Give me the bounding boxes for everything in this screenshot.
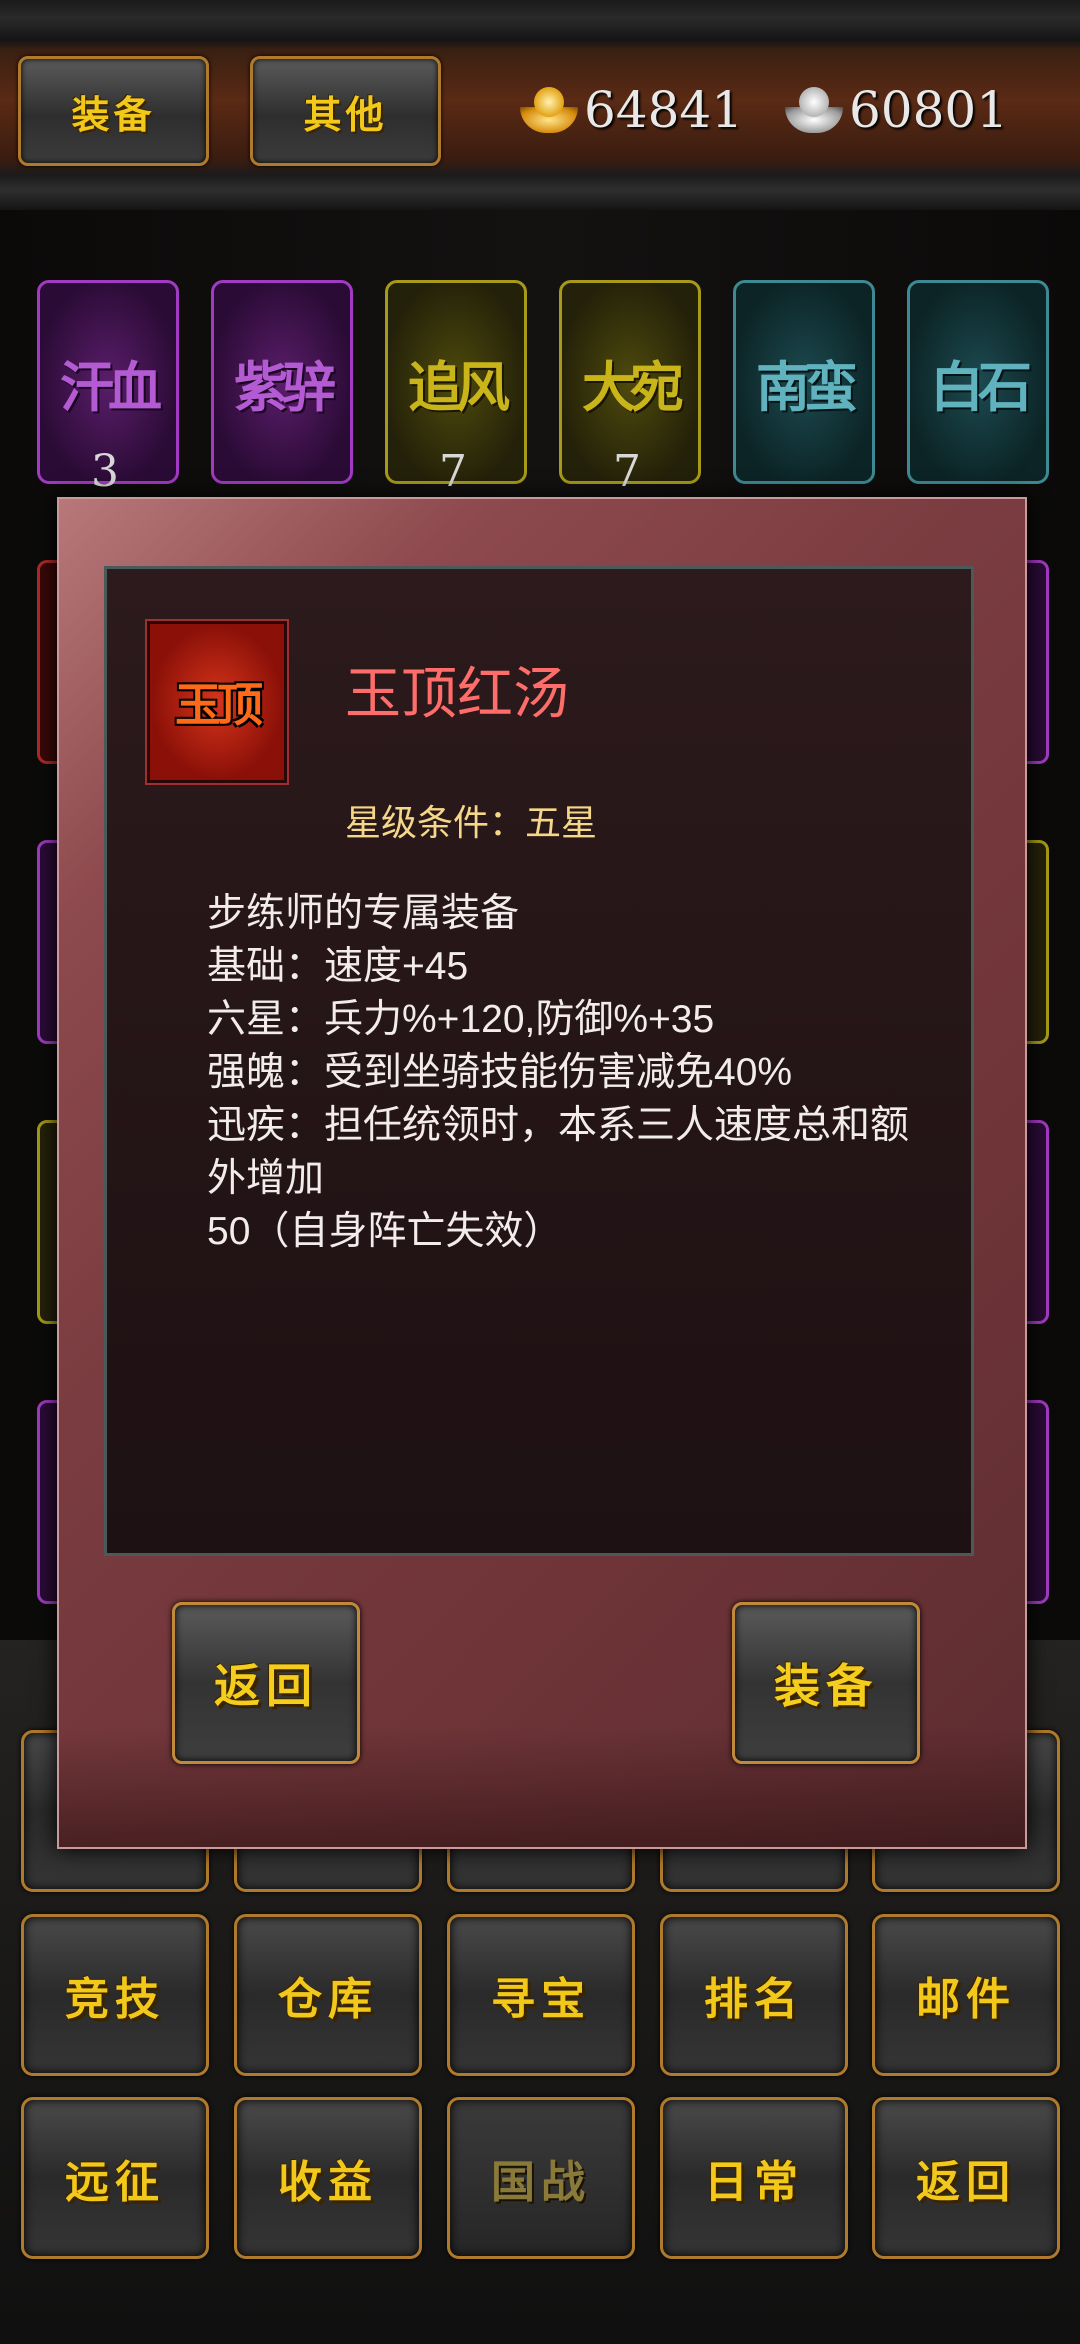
description-line: 迅疾：担任统领时，本系三人速度总和额外增加: [207, 1104, 910, 1200]
equip-button[interactable]: 装备: [732, 1602, 920, 1764]
expedition-button[interactable]: 远征: [21, 2097, 209, 2259]
tab-equipment[interactable]: 装备: [18, 56, 209, 166]
horse-count: 7: [439, 446, 467, 497]
back-button[interactable]: 返回: [172, 1602, 360, 1764]
treasure-hunt-button[interactable]: 寻宝: [447, 1914, 635, 2076]
national-war-button[interactable]: 国战: [447, 2097, 635, 2259]
horse-card-zixing[interactable]: 紫骍: [211, 280, 353, 484]
ranking-button[interactable]: 排名: [660, 1914, 848, 2076]
horse-name: 大宛: [582, 354, 684, 419]
gold-counter: 64841: [520, 80, 743, 140]
silver-value: 60801: [849, 81, 1009, 139]
warehouse-button[interactable]: 仓库: [234, 1914, 422, 2076]
gold-value: 64841: [584, 81, 744, 139]
horse-card-nanman[interactable]: 南蛮: [733, 280, 875, 484]
daily-button[interactable]: 日常: [660, 2097, 848, 2259]
horse-name: 南蛮: [756, 354, 858, 419]
description-line: 步练师的专属装备: [207, 892, 520, 935]
description-line: 基础：速度+45: [207, 945, 469, 988]
item-detail-dialog: 玉顶 玉顶红汤 星级条件：五星 步练师的专属装备 基础：速度+45 六星：兵力%…: [57, 497, 1027, 1849]
silver-ingot-icon: [785, 85, 843, 135]
description-line: 50（自身阵亡失效）: [207, 1210, 563, 1253]
item-name: 玉顶红汤: [345, 662, 569, 725]
horse-count: 3: [91, 446, 119, 497]
mail-button[interactable]: 邮件: [872, 1914, 1060, 2076]
arena-button[interactable]: 竞技: [21, 1914, 209, 2076]
income-button[interactable]: 收益: [234, 2097, 422, 2259]
gold-ingot-icon: [520, 85, 578, 135]
return-button[interactable]: 返回: [872, 2097, 1060, 2259]
silver-counter: 60801: [785, 80, 1008, 140]
horse-name: 白石: [930, 354, 1032, 419]
star-condition: 星级条件：五星: [345, 802, 598, 843]
tab-other[interactable]: 其他: [250, 56, 441, 166]
item-description: 步练师的专属装备 基础：速度+45 六星：兵力%+120,防御%+35 强魄：受…: [207, 887, 927, 1258]
description-line: 强魄：受到坐骑技能伤害减免40%: [207, 1051, 793, 1094]
horse-count: 7: [613, 446, 641, 497]
horse-name: 汗血: [60, 354, 162, 419]
item-icon-text: 玉顶: [175, 678, 263, 732]
description-line: 六星：兵力%+120,防御%+35: [207, 998, 715, 1041]
horse-name: 追风: [408, 354, 510, 419]
horse-card-baishi[interactable]: 白石: [907, 280, 1049, 484]
horse-name: 紫骍: [234, 354, 336, 419]
item-detail-panel: 玉顶 玉顶红汤 星级条件：五星 步练师的专属装备 基础：速度+45 六星：兵力%…: [104, 566, 974, 1556]
top-bar: 装备 其他 64841 60801: [0, 0, 1080, 210]
item-icon: 玉顶: [147, 621, 287, 783]
